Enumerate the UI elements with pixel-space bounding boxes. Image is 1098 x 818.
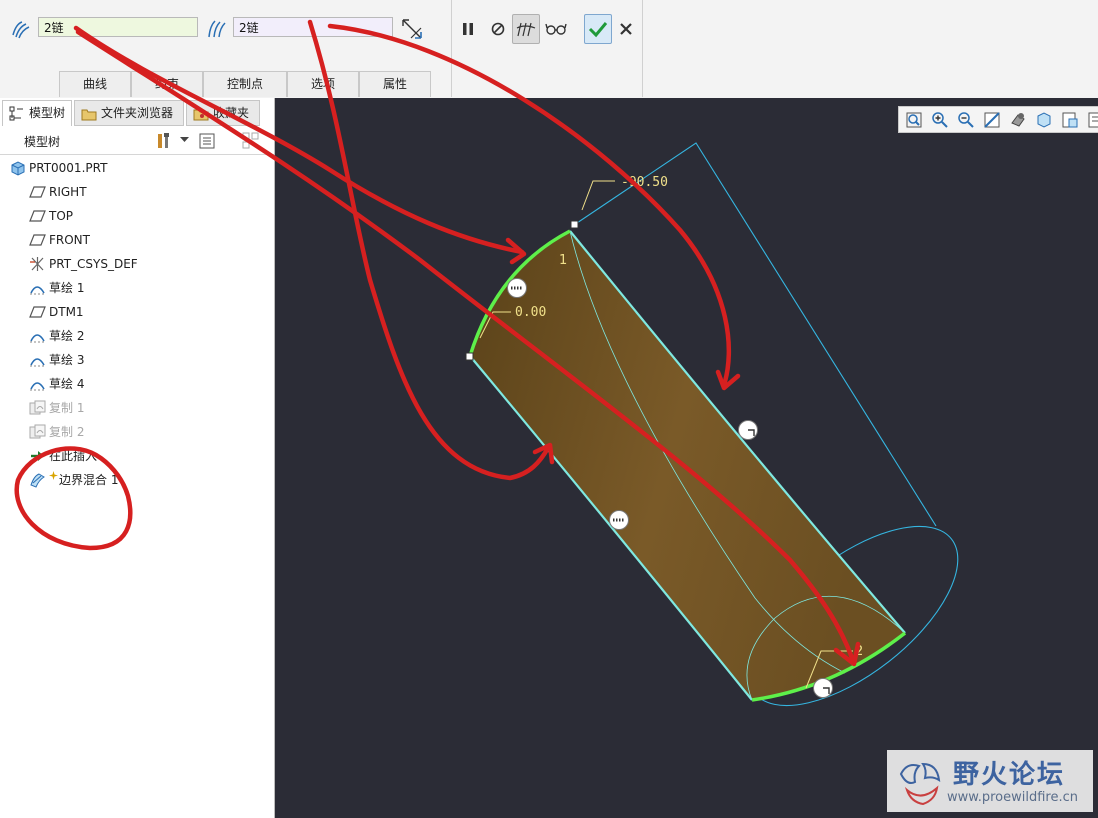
chain-2-label: 2 [855, 644, 863, 659]
navigator-panel: 模型树 文件夹浏览器 收藏夹 模型树 PRT0001.PRT RIGHT TOP… [0, 98, 275, 818]
favorites-folder-icon [193, 109, 209, 121]
boundary-blend-surface[interactable] [470, 231, 905, 700]
tree-item-label: PRT_CSYS_DEF [49, 257, 138, 271]
forum-logo-icon [899, 762, 941, 806]
part-icon [11, 161, 25, 176]
pause-button[interactable] [454, 14, 482, 44]
tree-item-label: TOP [49, 209, 74, 223]
tab-properties[interactable]: 属性 [359, 71, 431, 97]
boundary-blend-icon [30, 473, 45, 488]
watermark-title: 野火论坛 [953, 760, 1066, 790]
tab-model-tree[interactable]: 模型树 [2, 100, 72, 126]
tree-item-label: PRT0001.PRT [29, 161, 108, 175]
tree-item-label: 复制 1 [49, 401, 85, 415]
tab-model-tree-label: 模型树 [29, 106, 66, 120]
copy-icon [29, 424, 46, 439]
dimension-leader-angle [581, 180, 615, 211]
tree-item-label: 草绘 4 [49, 377, 85, 391]
pause-icon [463, 23, 473, 35]
tab-constraints[interactable]: 约束 [131, 71, 203, 97]
first-direction-curves-icon[interactable] [10, 18, 32, 40]
sketch-icon [30, 382, 45, 391]
second-direction-chain-field[interactable]: 2链 [233, 17, 393, 37]
normal-constraint-handle[interactable] [738, 420, 758, 440]
sketch-icon [30, 358, 45, 367]
cancel-button[interactable] [612, 14, 640, 44]
normal-constraint-handle[interactable] [813, 678, 833, 698]
tree-item-label: 草绘 2 [49, 329, 85, 343]
tab-options[interactable]: 选项 [287, 71, 359, 97]
copy-icon [29, 400, 46, 415]
tab-folder-browser[interactable]: 文件夹浏览器 [74, 100, 184, 126]
dimension-angle-label[interactable]: -90.50 [621, 175, 668, 190]
apply-ok-button[interactable] [584, 14, 612, 44]
watermark-url: www.proewildfire.cn [947, 790, 1078, 805]
checkmark-icon [588, 22, 608, 38]
insert-here-arrow-icon [31, 451, 44, 461]
csys-icon [30, 257, 44, 271]
swap-direction-icon[interactable] [399, 16, 425, 42]
datum-plane-icon [29, 210, 46, 222]
tree-item-label: RIGHT [49, 185, 87, 199]
datum-plane-icon [29, 306, 46, 318]
first-direction-chain-field[interactable]: 2链 [38, 17, 198, 37]
folder-icon [81, 109, 97, 121]
model-tree-icon [9, 106, 23, 121]
sketch-icon [30, 334, 45, 343]
tree-item-label: 在此插入 [49, 449, 98, 463]
tab-folder-browser-label: 文件夹浏览器 [101, 106, 174, 120]
tree-filter-icon[interactable] [242, 131, 264, 151]
no-preview-button[interactable] [484, 14, 512, 44]
model-tree-header: 模型树 [0, 128, 274, 155]
tangency-handle[interactable] [507, 278, 527, 298]
forum-watermark: 野火论坛 www.proewildfire.cn [887, 750, 1093, 812]
chevron-down-icon[interactable] [180, 137, 189, 143]
chain-1-label: 1 [559, 253, 567, 268]
datum-plane-icon [29, 186, 46, 198]
model-tree-title: 模型树 [24, 135, 61, 149]
tree-item-label: DTM1 [49, 305, 84, 319]
endpoint-handle[interactable] [465, 352, 474, 361]
model-viewport[interactable]: -90.50 0.00 1 2 [275, 98, 1098, 818]
tree-item-label: FRONT [49, 233, 90, 247]
tree-item-label: 草绘 1 [49, 281, 85, 295]
geometry-preview-button[interactable] [512, 14, 540, 44]
graphics-window[interactable]: -90.50 0.00 1 2 野火论坛 www.proewildfire.cn [275, 98, 1098, 818]
tree-item-label: 草绘 3 [49, 353, 85, 367]
endpoint-handle[interactable] [570, 220, 579, 229]
dashboard-separator [642, 0, 643, 97]
tab-control-points[interactable]: 控制点 [203, 71, 287, 97]
no-preview-icon [491, 22, 505, 36]
tree-item-label: 边界混合 1 [59, 473, 119, 487]
settings-tools-icon[interactable] [155, 132, 173, 150]
close-icon [620, 23, 632, 35]
new-feature-star-icon [49, 471, 58, 480]
tree-item-label: 复制 2 [49, 425, 85, 439]
second-direction-curves-icon[interactable] [205, 18, 227, 40]
tab-favorites[interactable]: 收藏夹 [186, 100, 260, 126]
boundary-blend-dashboard: 2链 2链 曲线 约束 控制点 选项 属性 [0, 0, 1098, 99]
dashboard-separator [451, 0, 452, 97]
dimension-zero-label[interactable]: 0.00 [515, 305, 546, 320]
verify-mode-button[interactable] [542, 14, 570, 44]
glasses-icon [545, 23, 567, 35]
show-list-icon[interactable] [198, 132, 216, 150]
tangency-handle[interactable] [609, 510, 629, 530]
tab-curves[interactable]: 曲线 [59, 71, 131, 97]
geometry-preview-icon [516, 22, 536, 37]
tab-favorites-label: 收藏夹 [213, 106, 250, 120]
datum-plane-icon [29, 234, 46, 246]
sketch-icon [30, 286, 45, 295]
